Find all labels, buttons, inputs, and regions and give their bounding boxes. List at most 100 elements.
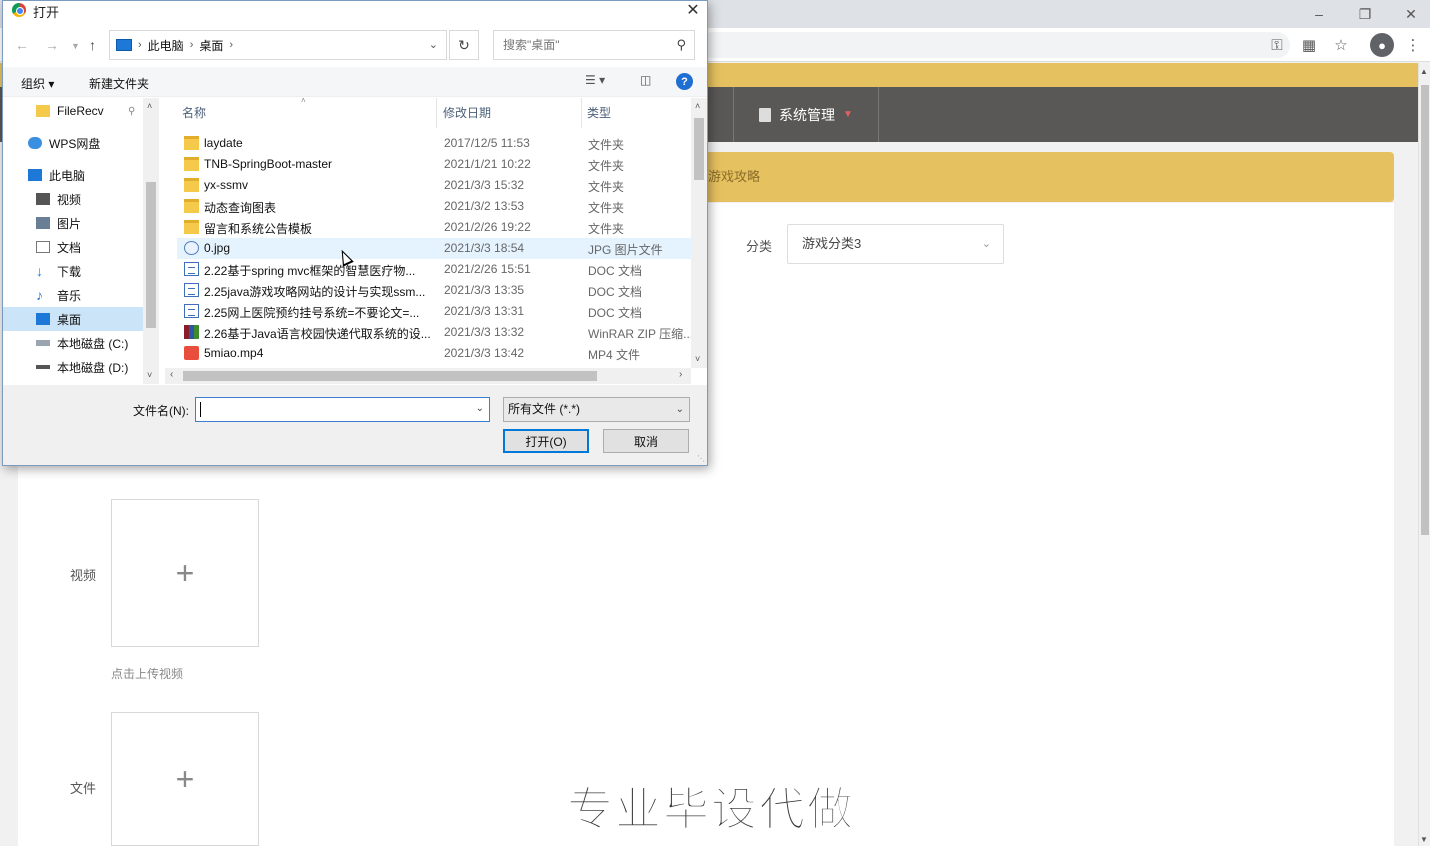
scroll-thumb[interactable] — [1421, 85, 1429, 535]
chevron-down-icon: ⌄ — [675, 404, 684, 415]
nav-item-drive-d[interactable]: 本地磁盘 (D:) — [3, 355, 143, 379]
file-row[interactable]: 5miao.mp4 2021/3/3 13:42 MP4 文件 — [177, 343, 691, 364]
scroll-thumb[interactable] — [146, 182, 156, 328]
address-bar[interactable] — [700, 32, 1290, 58]
star-icon[interactable]: ☆ — [1330, 34, 1352, 56]
scroll-left-icon[interactable]: ‹ — [170, 369, 173, 380]
nav-item-wps[interactable]: WPS网盘 — [3, 131, 143, 155]
cancel-button[interactable]: 取消 — [603, 429, 689, 453]
search-input[interactable]: 搜索"桌面" ⚲ — [493, 30, 695, 60]
file-row[interactable]: 留言和系统公告模板 2021/2/26 19:22 文件夹 — [177, 217, 691, 238]
restore-icon[interactable]: ❐ — [1342, 0, 1388, 28]
nav-item-this-pc[interactable]: 此电脑 — [3, 163, 143, 187]
file-name: TNB-SpringBoot-master — [204, 157, 333, 171]
menu-kebab-icon[interactable]: ⋮ — [1402, 34, 1424, 56]
page-scrollbar[interactable]: ▲ ▼ — [1418, 63, 1430, 846]
path-segment[interactable]: 桌面 — [199, 37, 223, 54]
plus-icon: + — [175, 554, 195, 591]
address-path[interactable]: › 此电脑 › 桌面 › ⌄ — [109, 30, 447, 60]
video-upload-hint: 点击上传视频 — [111, 667, 184, 681]
path-segment[interactable]: 此电脑 — [148, 37, 184, 54]
nav-item-drive-c[interactable]: 本地磁盘 (C:) — [3, 331, 143, 355]
column-name[interactable]: 名称 — [177, 98, 437, 128]
file-row[interactable]: 2.25java游戏攻略网站的设计与实现ssm... 2021/3/3 13:35… — [177, 280, 691, 301]
chevron-down-icon[interactable]: ⌄ — [429, 38, 438, 51]
nav-item-label: WPS网盘 — [49, 136, 101, 151]
file-date: 2021/3/3 15:32 — [444, 178, 525, 192]
nav-item-videos[interactable]: 视频 — [3, 187, 143, 211]
recent-chevron-icon[interactable]: ▼ — [71, 41, 80, 51]
translate-icon[interactable]: ▦ — [1298, 34, 1320, 56]
file-row[interactable]: 2.22基于spring mvc框架的智慧医疗物... 2021/2/26 15:… — [177, 259, 691, 280]
video-icon — [36, 193, 50, 205]
scroll-up-icon[interactable]: ˄ — [695, 101, 700, 111]
new-folder-button[interactable]: 新建文件夹 — [89, 75, 149, 92]
chevron-down-icon: ▼ — [843, 109, 853, 120]
preview-pane-icon[interactable]: ◫ — [640, 73, 651, 87]
forward-arrow-icon[interactable]: → — [45, 37, 59, 53]
up-arrow-icon[interactable]: ↑ — [89, 37, 96, 53]
nav-item-pictures[interactable]: 图片 — [3, 211, 143, 235]
nav-item-desktop[interactable]: 桌面 — [3, 307, 143, 331]
help-icon[interactable]: ? — [676, 73, 693, 90]
file-list-vscrollbar[interactable]: ˄ ˅ — [691, 98, 707, 368]
nav-item-downloads[interactable]: ↓ 下载 — [3, 259, 143, 283]
refresh-icon[interactable]: ↻ — [449, 30, 479, 60]
scroll-up-icon[interactable]: ▲ — [1420, 67, 1428, 76]
chevron-down-icon: ⌄ — [981, 238, 991, 250]
file-row[interactable]: yx-ssmv 2021/3/3 15:32 文件夹 — [177, 175, 691, 196]
music-icon: ♪ — [36, 287, 43, 303]
scroll-thumb[interactable] — [694, 118, 704, 180]
scroll-right-icon[interactable]: › — [679, 369, 682, 380]
view-options-icon[interactable]: ☰ ▾ — [585, 73, 605, 87]
category-label: 分类 — [746, 239, 773, 254]
minimize-icon[interactable]: – — [1296, 0, 1342, 28]
computer-icon — [28, 169, 42, 181]
folder-icon — [184, 136, 199, 150]
nav-item-music[interactable]: ♪ 音乐 — [3, 283, 143, 307]
file-row[interactable]: laydate 2017/12/5 11:53 文件夹 — [177, 133, 691, 154]
nav-item-documents[interactable]: 文档 — [3, 235, 143, 259]
scroll-up-icon[interactable]: ˄ — [147, 101, 152, 111]
column-type[interactable]: 类型 — [582, 98, 691, 128]
profile-avatar-icon[interactable]: ● — [1370, 33, 1394, 57]
open-button[interactable]: 打开(O) — [503, 429, 589, 453]
file-name: 2.25java游戏攻略网站的设计与实现ssm... — [204, 285, 426, 299]
back-arrow-icon[interactable]: ← — [15, 37, 29, 53]
nav-item-label: 本地磁盘 (C:) — [57, 336, 129, 351]
file-row[interactable]: 0.jpg 2021/3/3 18:54 JPG 图片文件 — [177, 238, 691, 259]
scroll-thumb[interactable] — [183, 371, 597, 381]
filetype-select[interactable]: 所有文件 (*.*) ⌄ — [503, 397, 690, 422]
scroll-down-icon[interactable]: ˅ — [695, 354, 700, 364]
column-date[interactable]: 修改日期 — [438, 98, 582, 128]
filename-input[interactable]: ⌄ — [195, 397, 490, 422]
file-upload-box[interactable]: + — [111, 712, 259, 846]
computer-icon — [116, 39, 132, 51]
file-date: 2021/3/3 13:31 — [444, 304, 525, 318]
close-icon[interactable]: ✕ — [679, 1, 707, 19]
folder-icon — [36, 105, 50, 117]
pin-icon[interactable]: ⚲ — [128, 106, 135, 117]
organize-button[interactable]: 组织 ▾ — [21, 75, 54, 92]
file-row[interactable]: 动态查询图表 2021/3/2 13:53 文件夹 — [177, 196, 691, 217]
close-window-icon[interactable]: ✕ — [1388, 0, 1430, 28]
file-open-dialog: 打开 ✕ ← → ▼ ↑ › 此电脑 › 桌面 › ⌄ ↻ 搜索"桌面" ⚲ 组… — [2, 0, 708, 466]
key-icon[interactable]: ⚿ — [1266, 34, 1288, 56]
nav-item-filerecv[interactable]: FileRecv ⚲ — [3, 99, 143, 123]
video-upload-box[interactable]: + — [111, 499, 259, 647]
breadcrumb[interactable]: 游戏攻略 — [690, 152, 1394, 202]
file-row[interactable]: 2.26基于Java语言校园快递代取系统的设... 2021/3/3 13:32 W… — [177, 322, 693, 343]
resize-grip-icon[interactable]: ⋱ — [697, 454, 705, 463]
file-row[interactable]: 2.25网上医院预约挂号系统=不要论文=... 2021/3/3 13:31 DOC… — [177, 301, 691, 322]
nav-system-management[interactable]: 系统管理 ▼ — [733, 87, 879, 142]
chevron-down-icon[interactable]: ⌄ — [476, 403, 484, 414]
category-select[interactable]: 游戏分类3 ⌄ — [787, 224, 1004, 264]
clipboard-icon — [759, 107, 772, 122]
scroll-down-icon[interactable]: ˅ — [147, 370, 152, 380]
file-list-hscrollbar[interactable]: ‹ › — [165, 368, 691, 384]
file-name: 5miao.mp4 — [204, 346, 264, 360]
file-label: 文件 — [70, 781, 97, 796]
scroll-down-icon[interactable]: ▼ — [1420, 835, 1428, 844]
file-row[interactable]: TNB-SpringBoot-master 2021/1/21 10:22 文件夹 — [177, 154, 691, 175]
nav-pane-scrollbar[interactable]: ˄ ˅ — [143, 98, 159, 384]
